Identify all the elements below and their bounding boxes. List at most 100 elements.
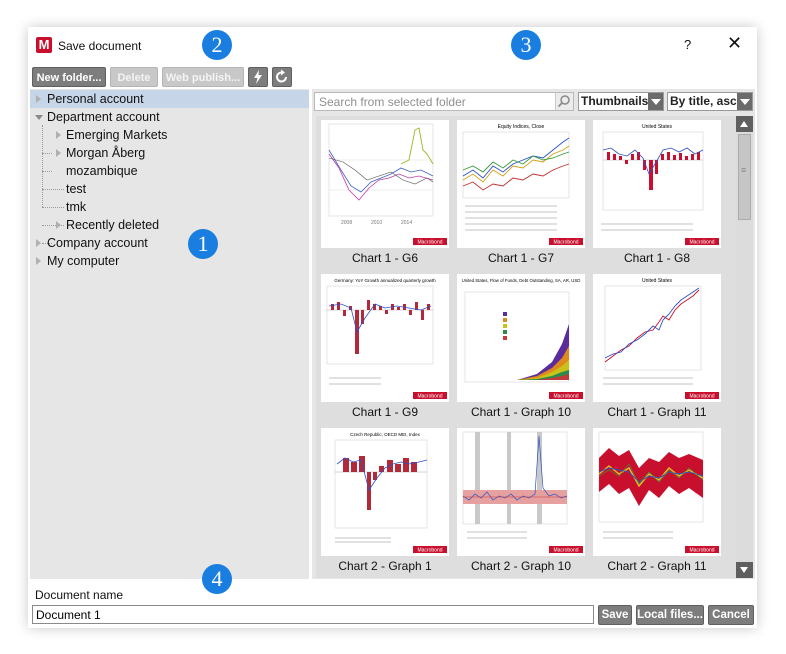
thumbnail-card[interactable]: United States Macrobond Chart 1 - G8 bbox=[592, 120, 728, 272]
chart-title: Czech Republic, OECD MEI, Index bbox=[350, 432, 421, 437]
chart-title: United States, Flow of Funds, Debt Outst… bbox=[462, 278, 581, 283]
view-mode-value: Thumbnails bbox=[581, 94, 649, 108]
document-name-input[interactable] bbox=[32, 605, 594, 624]
thumbnail-caption: Chart 1 - G8 bbox=[623, 251, 691, 265]
refresh-icon[interactable] bbox=[272, 67, 292, 87]
tree-item-recently-deleted[interactable]: Recently deleted bbox=[30, 216, 309, 234]
expand-arrow-icon[interactable] bbox=[36, 239, 41, 247]
tree-item-label: tmk bbox=[66, 200, 87, 214]
expand-arrow-icon[interactable] bbox=[56, 221, 61, 229]
thumbnail-card[interactable]: United States Macrobond Chart 1 - Graph … bbox=[592, 274, 728, 426]
source-logo-text: Macrobond bbox=[417, 394, 442, 400]
tree-item-test[interactable]: test bbox=[30, 180, 309, 198]
delete-button[interactable]: Delete bbox=[110, 67, 158, 87]
expand-arrow-icon[interactable] bbox=[56, 131, 61, 139]
chart-thumbnail: United States Macrobond bbox=[593, 120, 721, 248]
source-logo-text: Macrobond bbox=[553, 548, 578, 554]
tree-item-label: Recently deleted bbox=[66, 218, 160, 232]
annotation-marker-2: 2 bbox=[202, 30, 232, 60]
tree-item-label: Personal account bbox=[47, 92, 144, 106]
svg-text:2014: 2014 bbox=[401, 220, 412, 226]
dialog-title: Save document bbox=[58, 39, 142, 53]
sort-order-select[interactable]: By title, asc bbox=[667, 92, 753, 111]
scroll-down-arrow-icon[interactable] bbox=[736, 562, 753, 578]
thumbnail-grid: 2008 2010 2014 Macrobond Chart 1 - G6 Equi… bbox=[316, 116, 736, 578]
source-logo-text: Macrobond bbox=[553, 240, 578, 246]
chart-thumbnail: Germany: YoY Growth annualized quarterly… bbox=[321, 274, 449, 402]
close-button[interactable]: ✕ bbox=[727, 33, 742, 54]
expand-arrow-icon[interactable] bbox=[36, 257, 41, 265]
lightning-icon[interactable] bbox=[248, 67, 268, 87]
cancel-button[interactable]: Cancel bbox=[708, 605, 754, 625]
chart-title: United States bbox=[642, 124, 673, 130]
source-logo-text: Macrobond bbox=[689, 240, 714, 246]
thumbnail-caption: Chart 2 - Graph 11 bbox=[607, 559, 707, 573]
tree-item-label: mozambique bbox=[66, 164, 138, 178]
thumbnail-caption: Chart 2 - Graph 10 bbox=[470, 559, 572, 573]
thumbnail-card[interactable]: Equity Indices, Close Macrobond Chart 1 … bbox=[456, 120, 592, 272]
thumbnail-caption: Chart 2 - Graph 1 bbox=[338, 559, 432, 573]
search-icon[interactable] bbox=[555, 93, 573, 110]
chart-title: Equity Indices, Close bbox=[498, 124, 545, 130]
macrobond-logo-icon: M bbox=[36, 37, 52, 53]
thumbnail-card[interactable]: United States, Flow of Funds, Debt Outst… bbox=[456, 274, 592, 426]
new-folder-button[interactable]: New folder... bbox=[32, 67, 106, 87]
svg-text:2008: 2008 bbox=[341, 220, 352, 226]
annotation-marker-4: 4 bbox=[202, 564, 232, 594]
chart-thumbnail: United States Macrobond bbox=[593, 274, 721, 402]
thumbnail-card[interactable]: 2008 2010 2014 Macrobond Chart 1 - G6 bbox=[320, 120, 456, 272]
scrollbar-thumb[interactable] bbox=[738, 134, 751, 220]
help-button[interactable]: ? bbox=[684, 37, 691, 52]
expand-arrow-icon[interactable] bbox=[56, 149, 61, 157]
source-logo-text: Macrobond bbox=[417, 240, 442, 246]
save-button[interactable]: Save bbox=[598, 605, 632, 625]
sort-order-value: By title, asc bbox=[670, 94, 737, 108]
tree-item-label: Emerging Markets bbox=[66, 128, 168, 142]
chart-title: Germany: YoY Growth annualized quarterly… bbox=[334, 278, 436, 283]
document-name-label: Document name bbox=[35, 588, 124, 602]
collapse-arrow-icon[interactable] bbox=[35, 115, 43, 120]
tree-item-tmk[interactable]: tmk bbox=[30, 198, 309, 216]
source-logo-text: Macrobond bbox=[553, 394, 578, 400]
tree-item-label: Company account bbox=[47, 236, 148, 250]
thumbnail-caption: Chart 1 - Graph 11 bbox=[607, 405, 707, 419]
tree-item-personal-account[interactable]: Personal account bbox=[30, 90, 309, 108]
thumbnail-caption: Chart 1 - G6 bbox=[351, 251, 419, 265]
chart-thumbnail: Equity Indices, Close Macrobond bbox=[457, 120, 585, 248]
source-logo-text: Macrobond bbox=[689, 548, 714, 554]
thumbnail-caption: Chart 1 - G7 bbox=[487, 251, 555, 265]
tree-item-label: Department account bbox=[47, 110, 160, 124]
annotation-marker-1: 1 bbox=[188, 229, 218, 259]
expand-arrow-icon[interactable] bbox=[36, 95, 41, 103]
tree-item-emerging-markets[interactable]: Emerging Markets bbox=[30, 126, 309, 144]
tree-item-company-account[interactable]: Company account bbox=[30, 234, 309, 252]
thumbnail-card[interactable]: Macrobond Chart 2 - Graph 11 bbox=[592, 428, 728, 578]
chevron-down-icon bbox=[648, 93, 663, 110]
view-mode-select[interactable]: Thumbnails bbox=[578, 92, 664, 111]
document-browser: Search from selected folder Thumbnails B… bbox=[312, 89, 755, 579]
scroll-up-arrow-icon[interactable] bbox=[736, 116, 753, 132]
tree-item-morgan-aberg[interactable]: Morgan Åberg bbox=[30, 144, 309, 162]
chart-thumbnail: Czech Republic, OECD MEI, Index Macrobon… bbox=[321, 428, 449, 556]
thumbnail-card[interactable]: Macrobond Chart 2 - Graph 10 bbox=[456, 428, 592, 578]
chart-title: United States bbox=[642, 278, 673, 284]
save-document-dialog: M Save document ? ✕ New folder... Delete… bbox=[28, 27, 757, 628]
thumbnail-card[interactable]: Germany: YoY Growth annualized quarterly… bbox=[320, 274, 456, 426]
vertical-scrollbar[interactable] bbox=[736, 116, 753, 578]
tree-item-my-computer[interactable]: My computer bbox=[30, 252, 309, 270]
chart-thumbnail: 2008 2010 2014 Macrobond bbox=[321, 120, 449, 248]
svg-text:2010: 2010 bbox=[371, 220, 382, 226]
folder-tree: Personal account Department account Emer… bbox=[30, 89, 309, 579]
search-placeholder: Search from selected folder bbox=[319, 95, 466, 109]
tree-item-mozambique[interactable]: mozambique bbox=[30, 162, 309, 180]
tree-item-department-account[interactable]: Department account bbox=[30, 108, 309, 126]
title-bar: M Save document ? ✕ bbox=[28, 27, 757, 63]
local-files-button[interactable]: Local files... bbox=[636, 605, 704, 625]
tree-item-label: test bbox=[66, 182, 87, 196]
thumbnail-card[interactable]: Czech Republic, OECD MEI, Index Macrobon… bbox=[320, 428, 456, 578]
web-publish-button[interactable]: Web publish... bbox=[162, 67, 244, 87]
tree-item-label: My computer bbox=[47, 254, 120, 268]
chart-thumbnail: Macrobond bbox=[457, 428, 585, 556]
source-logo-text: Macrobond bbox=[417, 548, 442, 554]
search-field[interactable]: Search from selected folder bbox=[314, 92, 574, 111]
